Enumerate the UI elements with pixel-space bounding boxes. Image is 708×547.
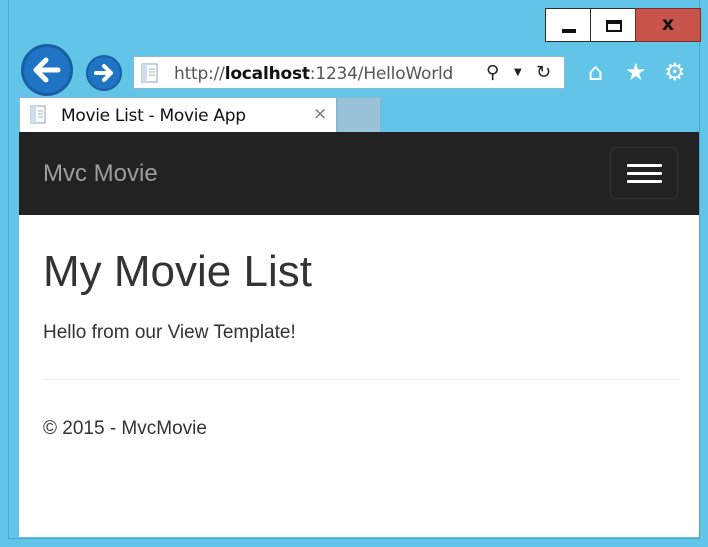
refresh-icon[interactable]: ↻ [536, 57, 551, 88]
close-icon: x [661, 13, 675, 35]
hamburger-bar [627, 172, 662, 175]
settings-gear-icon[interactable]: ⚙ [664, 58, 686, 86]
url-host: localhost [224, 64, 310, 84]
page-title: My Movie List [43, 247, 312, 296]
footer-divider [43, 379, 680, 380]
page-icon [141, 63, 158, 83]
minimize-icon [562, 29, 576, 33]
tab-page-icon [30, 105, 46, 124]
browser-window-frame: x http://localhost:1234/HelloWorld ⚲ ▼ ↻… [0, 0, 708, 547]
navbar-toggle-button[interactable] [610, 147, 678, 199]
welcome-message: Hello from our View Template! [43, 322, 296, 343]
maximize-icon [606, 20, 622, 32]
url-text[interactable]: http://localhost:1234/HelloWorld [174, 64, 453, 84]
home-icon[interactable]: ⌂ [588, 58, 603, 86]
page-viewport: Mvc Movie My Movie List Hello from our V… [19, 132, 699, 537]
navbar-brand[interactable]: Mvc Movie [43, 160, 158, 188]
dropdown-icon[interactable]: ▼ [514, 57, 522, 88]
search-icon[interactable]: ⚲ [486, 57, 499, 88]
minimize-button[interactable] [545, 8, 591, 42]
maximize-button[interactable] [590, 8, 636, 42]
url-prefix: http:// [174, 64, 225, 84]
address-bar[interactable]: http://localhost:1234/HelloWorld ⚲ ▼ ↻ [133, 56, 565, 89]
site-navbar: Mvc Movie [19, 132, 699, 215]
hamburger-bar [627, 164, 662, 167]
tab-close-icon[interactable]: × [313, 104, 327, 124]
arrow-left-icon [33, 57, 61, 83]
forward-button[interactable] [86, 55, 122, 91]
tab-label: Movie List - Movie App [61, 106, 246, 126]
footer-copyright: © 2015 - MvcMovie [43, 418, 207, 439]
tab-movie-list[interactable]: Movie List - Movie App × [19, 97, 337, 132]
arrow-right-icon [94, 64, 113, 82]
new-tab-button[interactable] [337, 97, 381, 132]
url-path: :1234/HelloWorld [309, 64, 454, 84]
favorites-star-icon[interactable]: ★ [625, 58, 647, 86]
hamburger-bar [627, 180, 662, 183]
close-window-button[interactable]: x [635, 8, 701, 42]
back-button[interactable] [21, 44, 73, 96]
